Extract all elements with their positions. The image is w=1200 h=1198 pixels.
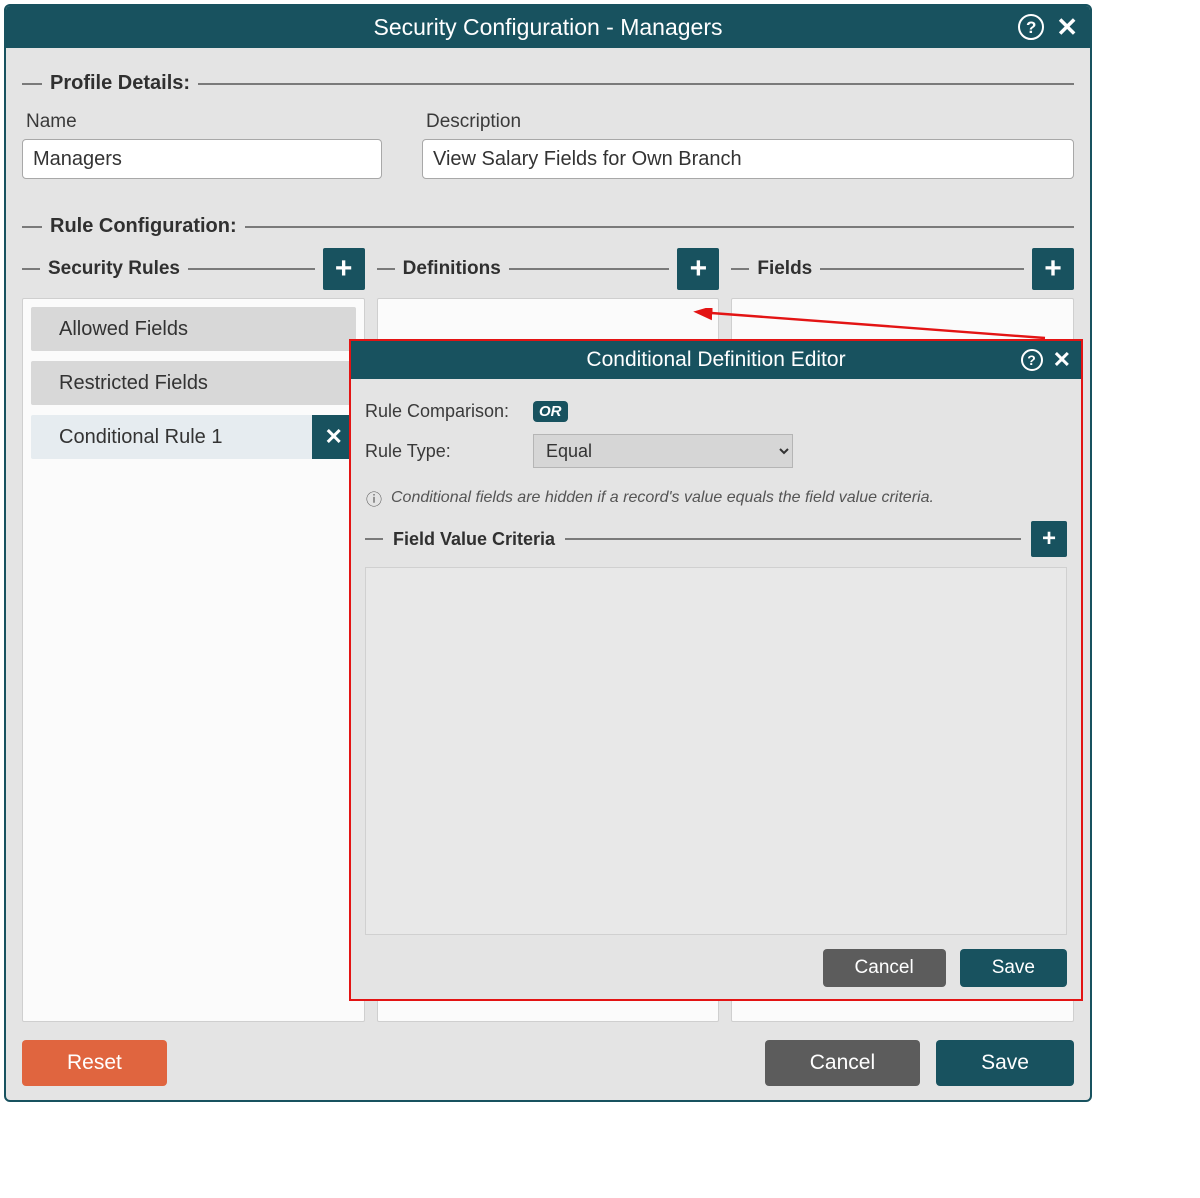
rule-type-hint: Conditional fields are hidden if a recor…: [391, 489, 934, 507]
rule-item-conditional-rule-1[interactable]: Conditional Rule 1 ✕: [31, 415, 356, 459]
add-field-button[interactable]: +: [1032, 248, 1074, 290]
cancel-button[interactable]: Cancel: [765, 1040, 920, 1086]
rule-item-label: Conditional Rule 1: [59, 426, 222, 449]
modal-save-button[interactable]: Save: [960, 949, 1067, 987]
profile-details-heading: Profile Details:: [22, 72, 1074, 95]
rule-config-heading: Rule Configuration:: [22, 215, 1074, 238]
description-label: Description: [426, 111, 1074, 133]
close-icon[interactable]: ✕: [1051, 349, 1073, 371]
security-rules-panel: Allowed Fields Restricted Fields Conditi…: [22, 298, 365, 1022]
help-icon[interactable]: ?: [1018, 14, 1044, 40]
name-label: Name: [26, 111, 382, 133]
modal-titlebar: Conditional Definition Editor ? ✕: [351, 341, 1081, 379]
rule-type-label: Rule Type:: [365, 441, 517, 462]
save-button[interactable]: Save: [936, 1040, 1074, 1086]
conditional-definition-editor-modal: Conditional Definition Editor ? ✕ Rule C…: [349, 339, 1083, 1001]
reset-button[interactable]: Reset: [22, 1040, 167, 1086]
modal-cancel-button[interactable]: Cancel: [823, 949, 946, 987]
profile-details-label: Profile Details:: [50, 72, 190, 95]
definitions-heading: Definitions: [403, 258, 501, 280]
rule-type-select[interactable]: Equal: [533, 434, 793, 468]
field-value-criteria-label: Field Value Criteria: [393, 529, 555, 550]
rule-comparison-label: Rule Comparison:: [365, 401, 517, 422]
rule-config-label: Rule Configuration:: [50, 215, 237, 238]
info-icon: ⓘ: [365, 489, 383, 507]
add-security-rule-button[interactable]: +: [323, 248, 365, 290]
fields-heading: Fields: [757, 258, 812, 280]
security-rules-heading: Security Rules: [48, 258, 180, 280]
main-titlebar: Security Configuration - Managers ? ✕: [6, 6, 1090, 48]
add-criteria-button[interactable]: +: [1031, 521, 1067, 557]
help-icon[interactable]: ?: [1021, 349, 1043, 371]
field-value-criteria-panel: [365, 567, 1067, 935]
description-input[interactable]: [422, 139, 1074, 179]
modal-title: Conditional Definition Editor: [586, 348, 845, 372]
close-icon[interactable]: ✕: [1054, 14, 1080, 40]
rule-item-label: Allowed Fields: [59, 318, 188, 341]
name-input[interactable]: [22, 139, 382, 179]
rule-item-restricted-fields[interactable]: Restricted Fields: [31, 361, 356, 405]
rule-item-allowed-fields[interactable]: Allowed Fields: [31, 307, 356, 351]
add-definition-button[interactable]: +: [677, 248, 719, 290]
main-title: Security Configuration - Managers: [374, 14, 723, 41]
rule-item-label: Restricted Fields: [59, 372, 208, 395]
rule-comparison-toggle[interactable]: OR: [533, 401, 568, 422]
